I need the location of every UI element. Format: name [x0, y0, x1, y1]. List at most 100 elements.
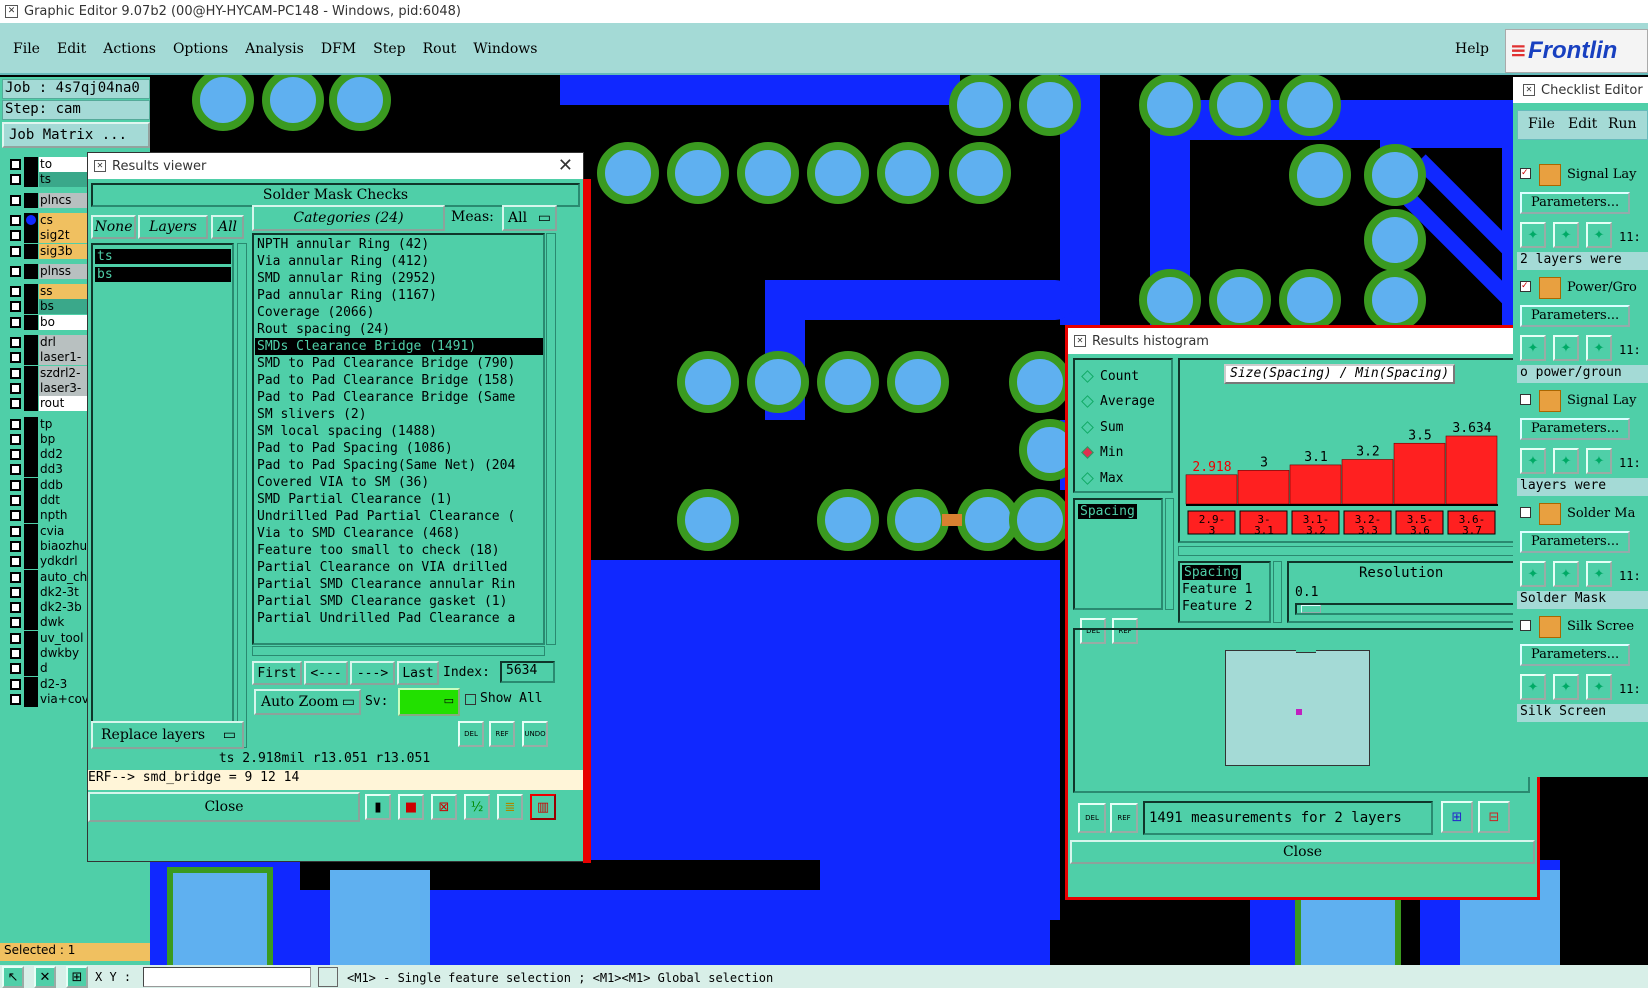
category-item[interactable]: Via annular Ring (412)	[255, 253, 543, 270]
histogram-bar[interactable]	[1393, 442, 1446, 505]
parameters-button[interactable]: Parameters...	[1520, 305, 1630, 327]
layer-checkbox[interactable]	[10, 663, 21, 675]
prev-button[interactable]: <---	[304, 661, 348, 685]
layer-checkbox[interactable]	[10, 510, 21, 522]
checklist-item-name[interactable]: Solder Ma	[1567, 506, 1635, 521]
select-tool-icon[interactable]: ↖	[2, 966, 24, 988]
attr-item-feature-1[interactable]: Feature 1	[1182, 582, 1252, 597]
layer-name[interactable]: rout	[39, 396, 87, 412]
mode-max-radio[interactable]: Max	[1081, 468, 1123, 488]
menu-dfm[interactable]: DFM	[321, 41, 356, 57]
layer-name[interactable]: ydkdrl	[39, 554, 87, 570]
layer-checkbox[interactable]	[10, 586, 21, 598]
layer-name[interactable]: biaozhu	[39, 538, 87, 554]
histogram-item-scrollbar[interactable]	[1165, 498, 1174, 610]
report-icon[interactable]: ▮	[365, 794, 391, 820]
layer-name[interactable]: to	[39, 157, 87, 172]
layer-checkbox[interactable]	[10, 433, 21, 445]
menu-options[interactable]: Options	[173, 41, 228, 57]
results-icon[interactable]: ✦	[1586, 561, 1612, 587]
zoom-out-icon[interactable]: ⊟	[1478, 801, 1510, 833]
category-item[interactable]: Covered VIA to SM (36)	[255, 474, 543, 491]
layer-checkbox[interactable]	[10, 337, 21, 348]
layer-checkbox[interactable]	[10, 525, 21, 537]
undo-icon[interactable]: UNDO	[522, 721, 548, 747]
layer-name[interactable]: npth	[39, 508, 87, 524]
category-item[interactable]: Pad to Pad Spacing(Same Net) (204	[255, 457, 543, 474]
category-item[interactable]: Partial SMD Clearance annular Rin	[255, 576, 543, 593]
layer-checkbox[interactable]	[10, 245, 21, 257]
layer-name[interactable]: laser3-	[39, 380, 87, 396]
view-icon[interactable]: ✦	[1553, 448, 1579, 474]
layer-name[interactable]: drl	[39, 335, 87, 350]
layer-checkbox[interactable]	[10, 693, 21, 705]
layers-scrollbar[interactable]	[237, 243, 247, 748]
layer-checkbox[interactable]	[10, 316, 21, 328]
help-menu[interactable]: Help	[1455, 41, 1489, 57]
results-icon[interactable]: ✦	[1586, 222, 1612, 248]
layer-checkbox[interactable]	[10, 479, 21, 491]
layer-name[interactable]: bs	[39, 299, 87, 315]
category-item[interactable]: Rout spacing (24)	[255, 321, 543, 338]
layer-checkbox[interactable]	[10, 265, 21, 277]
chart-hscrollbar[interactable]	[1178, 546, 1530, 556]
checklist-item-name[interactable]: Signal Lay	[1567, 167, 1637, 182]
menu-actions[interactable]: Actions	[103, 41, 156, 57]
mode-min-radio[interactable]: Min	[1081, 443, 1123, 463]
xy-toggle[interactable]	[318, 967, 338, 987]
layer-checkbox[interactable]	[10, 286, 21, 298]
histogram-icon[interactable]: ▥	[530, 794, 556, 820]
histogram-bar[interactable]	[1185, 474, 1238, 505]
checklist-item-name[interactable]: Power/Gro	[1567, 280, 1637, 295]
histogram-bar[interactable]	[1445, 435, 1498, 505]
category-item[interactable]: SMD to Pad Clearance Bridge (790)	[255, 355, 543, 372]
category-item[interactable]: Pad to Pad Spacing (1086)	[255, 440, 543, 457]
layer-item-bs[interactable]: bs	[95, 267, 231, 282]
step-icon[interactable]: ½	[464, 794, 490, 820]
run-icon[interactable]: ✦	[1520, 674, 1546, 700]
layer-name[interactable]: plncs	[39, 192, 87, 208]
all-button[interactable]: All	[211, 215, 244, 239]
resolution-slider[interactable]	[1295, 603, 1519, 615]
category-item[interactable]: Partial Undrilled Pad Clearance a	[255, 610, 543, 627]
histogram-bar[interactable]	[1341, 459, 1394, 505]
list-icon[interactable]: ≣	[497, 794, 523, 820]
layer-name[interactable]: dwkby	[39, 646, 87, 661]
mode-average-radio[interactable]: Average	[1081, 392, 1155, 412]
del-icon[interactable]: DEL	[458, 721, 484, 747]
layer-name[interactable]: dk2-3t	[39, 584, 87, 600]
view-icon[interactable]: ✦	[1553, 561, 1579, 587]
layer-name[interactable]: auto_ch	[39, 569, 87, 585]
category-item[interactable]: SM slivers (2)	[255, 406, 543, 423]
layer-checkbox[interactable]	[10, 648, 21, 659]
layer-name[interactable]: szdrl2-	[39, 365, 87, 381]
layer-name[interactable]: dk2-3b	[39, 600, 87, 616]
layer-checkbox[interactable]	[10, 617, 21, 629]
category-item[interactable]: SMDs Clearance Bridge (1491)	[255, 338, 543, 355]
menu-rout[interactable]: Rout	[423, 41, 457, 57]
layer-name[interactable]: cvia	[39, 523, 87, 539]
close-icon[interactable]: ✕	[558, 155, 573, 176]
categories-listbox[interactable]: NPTH annular Ring (42) Via annular Ring (…	[252, 233, 545, 645]
zoom-in-icon[interactable]: ⊞	[1441, 801, 1473, 833]
layer-checkbox[interactable]	[10, 449, 21, 461]
layer-name[interactable]: dd3	[39, 462, 87, 478]
layer-name[interactable]: dd2	[39, 447, 87, 463]
job-matrix-button[interactable]: Job Matrix ...	[2, 122, 150, 148]
index-input[interactable]: 5634	[500, 661, 555, 683]
meas-dropdown[interactable]: All ▭	[502, 205, 557, 231]
layer-item-ts[interactable]: ts	[95, 249, 231, 264]
layer-checkbox[interactable]	[10, 367, 21, 379]
layer-checkbox[interactable]	[10, 418, 21, 430]
run-icon[interactable]: ✦	[1520, 448, 1546, 474]
category-item[interactable]: Via to SMD Clearance (468)	[255, 525, 543, 542]
layer-checkbox[interactable]	[10, 194, 21, 206]
checklist-item-name[interactable]: Silk Scree	[1567, 619, 1634, 634]
checklist-menu-run[interactable]: Run	[1608, 116, 1637, 132]
layer-name[interactable]: cs	[39, 212, 87, 228]
category-item[interactable]: Partial Clearance on VIA drilled	[255, 559, 543, 576]
layer-name[interactable]: dwk	[39, 615, 87, 631]
parameters-button[interactable]: Parameters...	[1520, 644, 1630, 666]
layer-checkbox[interactable]	[10, 301, 21, 313]
view-icon[interactable]: ✦	[1553, 335, 1579, 361]
